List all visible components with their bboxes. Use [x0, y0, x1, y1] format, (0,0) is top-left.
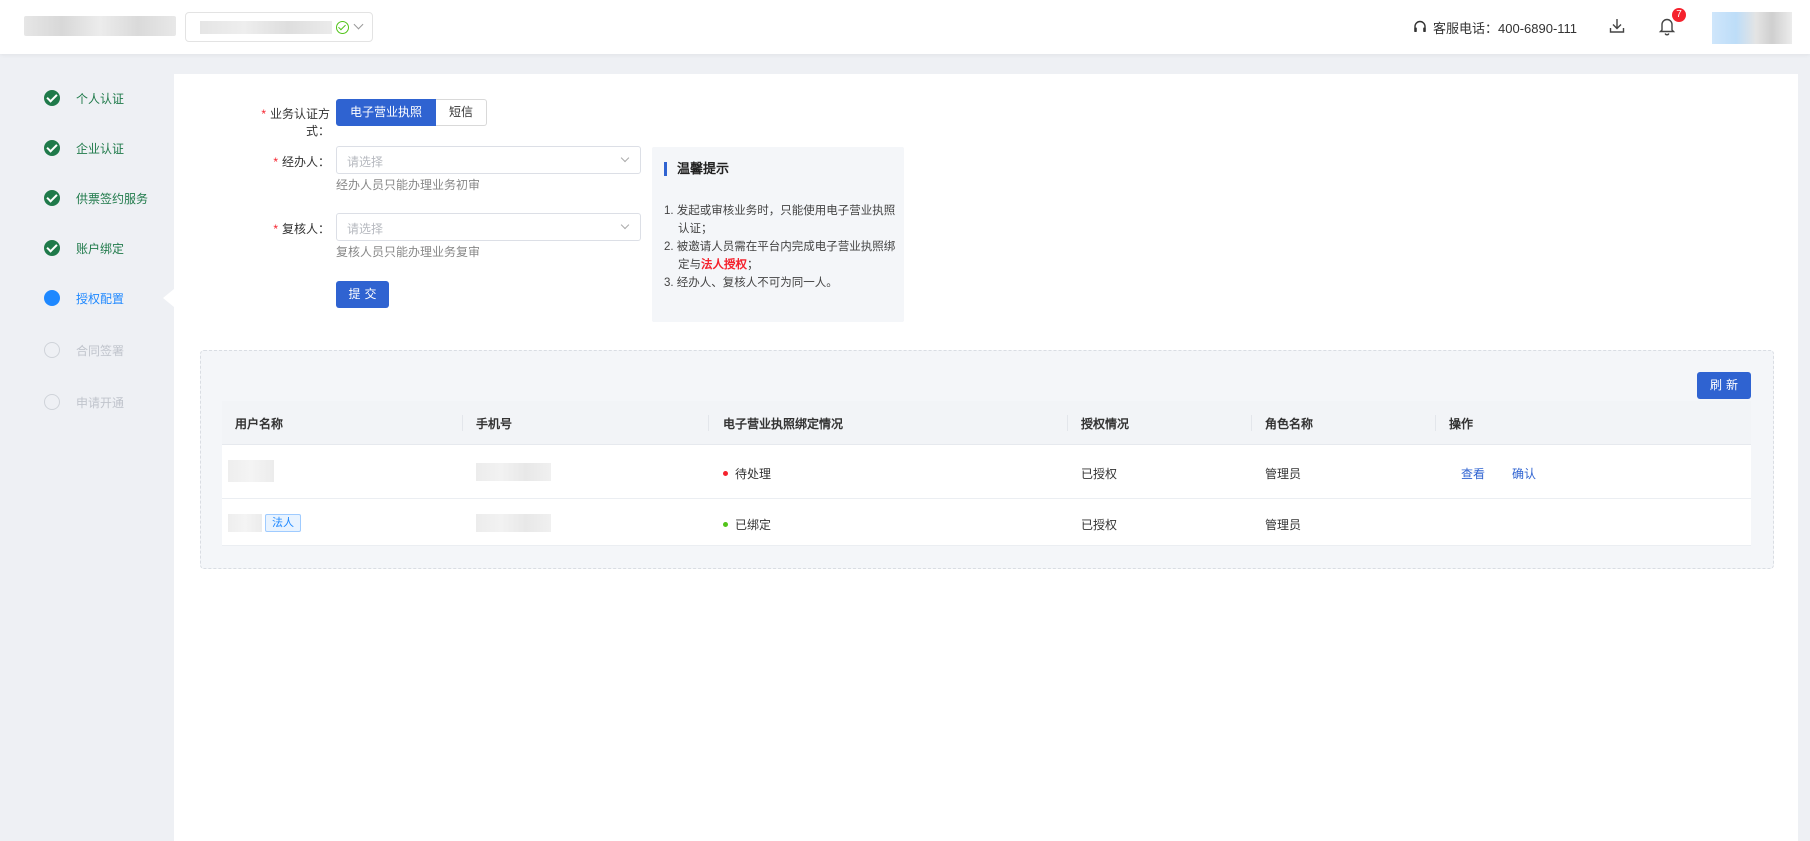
column-header-role: 角色名称 — [1265, 417, 1314, 431]
table-row: 待处理 已授权 管理员 查看 确认 — [222, 445, 1751, 499]
username-redacted — [228, 460, 274, 482]
step-contract-signing: 合同签署 — [44, 340, 124, 360]
notification-badge: 7 — [1672, 8, 1686, 22]
role-name: 管理员 — [1265, 518, 1302, 532]
organization-name-redacted — [200, 21, 332, 34]
reviewer-label: * 复核人： — [273, 222, 330, 236]
step-active-dot-icon — [44, 290, 60, 306]
service-phone-text: 客服电话：400-6890-111 — [1433, 20, 1578, 36]
step-authorization-config: 授权配置 — [44, 288, 124, 308]
tip-item: 3. 经办人、复核人不可为同一人。 — [664, 277, 838, 289]
username-redacted — [228, 514, 262, 532]
column-divider — [1435, 415, 1436, 431]
chevron-down-icon — [353, 19, 364, 30]
step-ticket-service: 供票签约服务 — [44, 188, 148, 208]
step-done-check-icon — [44, 240, 60, 256]
step-label: 账户绑定 — [76, 241, 125, 256]
submit-button[interactable]: 提交 — [336, 281, 389, 308]
step-label: 合同签署 — [76, 343, 125, 358]
handler-select[interactable]: 请选择 — [336, 146, 641, 174]
license-binding-status: 待处理 — [723, 465, 771, 482]
column-header-license-binding: 电子营业执照绑定情况 — [723, 417, 844, 431]
status-dot-icon — [723, 471, 728, 477]
column-divider — [462, 415, 463, 431]
table-row: 法人 已绑定 已授权 管理员 — [222, 499, 1751, 546]
auth-status: 已授权 — [1081, 467, 1118, 481]
column-divider — [708, 415, 709, 431]
step-account-binding: 账户绑定 — [44, 238, 124, 258]
auth-method-toggle: 电子营业执照 短信 — [336, 99, 488, 126]
column-header-actions: 操作 — [1449, 417, 1474, 431]
step-label: 供票签约服务 — [76, 191, 149, 206]
handler-placeholder: 请选择 — [347, 155, 384, 169]
column-header-username: 用户名称 — [235, 417, 284, 431]
column-divider — [1251, 415, 1252, 431]
tips-box: 温馨提示 1. 发起或审核业务时，只能使用电子营业执照认证； 2. 被邀请人员需… — [652, 147, 904, 322]
service-phone: 客服电话：400-6890-111 — [1413, 18, 1577, 36]
step-label: 企业认证 — [76, 141, 125, 156]
tip-item: 1. 发起或审核业务时，只能使用电子营业执照认证； — [664, 205, 896, 235]
confirm-link[interactable]: 确认 — [1512, 465, 1536, 482]
active-step-pointer — [163, 289, 174, 307]
step-done-check-icon — [44, 90, 60, 106]
step-label: 个人认证 — [76, 91, 125, 106]
auth-method-label: * 业务认证方式： — [261, 107, 330, 138]
logo — [24, 16, 176, 36]
chevron-down-icon — [620, 220, 630, 230]
step-apply-open: 申请开通 — [44, 392, 124, 412]
tips-list: 1. 发起或审核业务时，只能使用电子营业执照认证； 2. 被邀请人员需在平台内完… — [664, 202, 896, 292]
download-icon[interactable] — [1608, 17, 1626, 35]
step-pending-circle-icon — [44, 394, 60, 410]
license-binding-status: 已绑定 — [723, 516, 771, 533]
step-label: 授权配置 — [76, 291, 125, 306]
auth-status: 已授权 — [1081, 518, 1118, 532]
tip-highlight: 法人授权 — [701, 259, 747, 271]
step-personal-auth: 个人认证 — [44, 88, 124, 108]
column-header-auth-status: 授权情况 — [1081, 417, 1130, 431]
auth-option-business-license[interactable]: 电子营业执照 — [336, 99, 437, 126]
column-header-phone: 手机号 — [476, 417, 513, 431]
headset-icon — [1414, 20, 1426, 32]
organization-select[interactable] — [185, 12, 373, 42]
step-done-check-icon — [44, 140, 60, 156]
auth-option-sms[interactable]: 短信 — [436, 99, 488, 126]
progress-steps: 个人认证 企业认证 供票签约服务 账户绑定 授权配置 合同签署 申请开通 — [0, 54, 174, 841]
step-pending-circle-icon — [44, 342, 60, 358]
reviewer-hint: 复核人员只能办理业务复审 — [336, 245, 481, 259]
legal-person-tag: 法人 — [265, 514, 301, 532]
status-dot-icon — [723, 522, 728, 528]
tips-title: 温馨提示 — [664, 162, 729, 176]
view-link[interactable]: 查看 — [1461, 465, 1485, 482]
chevron-down-icon — [620, 153, 630, 163]
verified-check-icon — [336, 21, 349, 34]
step-label: 申请开通 — [76, 395, 125, 410]
refresh-button[interactable]: 刷新 — [1697, 372, 1751, 399]
role-name: 管理员 — [1265, 467, 1302, 481]
step-enterprise-auth: 企业认证 — [44, 138, 124, 158]
step-done-check-icon — [44, 190, 60, 206]
top-header: 客服电话：400-6890-111 7 — [0, 0, 1810, 54]
handler-hint: 经办人员只能办理业务初审 — [336, 178, 481, 192]
phone-redacted — [476, 463, 551, 481]
handler-label: * 经办人： — [273, 155, 330, 169]
column-divider — [1067, 415, 1068, 431]
reviewer-select[interactable]: 请选择 — [336, 213, 641, 241]
phone-redacted — [476, 514, 551, 532]
reviewer-placeholder: 请选择 — [347, 222, 384, 236]
tip-item: 2. 被邀请人员需在平台内完成电子营业执照绑定与法人授权； — [664, 241, 896, 271]
table-header: 用户名称 手机号 电子营业执照绑定情况 授权情况 角色名称 操作 — [222, 401, 1751, 445]
user-avatar[interactable] — [1712, 12, 1792, 44]
